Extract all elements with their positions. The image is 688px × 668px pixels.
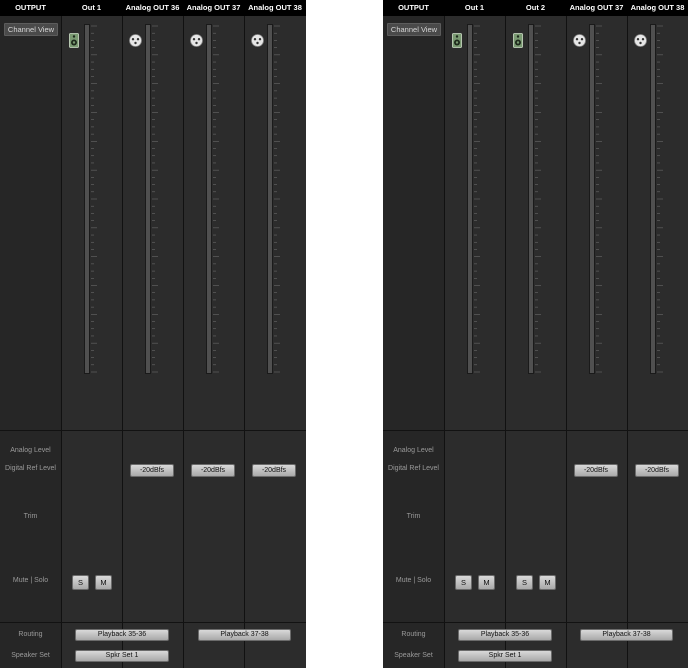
channel-header-analog-out-38: Analog OUT 38 <box>248 3 302 12</box>
level-meter <box>267 24 273 374</box>
routing-button-playback-37-38[interactable]: Playback 37-38 <box>198 629 291 641</box>
channel-view-button[interactable]: Channel View <box>387 23 441 36</box>
ref-level-button[interactable]: -20dBfs <box>191 464 235 477</box>
solo-button[interactable]: S <box>516 575 533 590</box>
ref-level-button[interactable]: -20dBfs <box>635 464 679 477</box>
meter-scale <box>596 25 602 373</box>
output-panel-right: OUTPUT Out 1 Out 2 Analog OUT 37 Analog … <box>383 0 688 668</box>
mute-solo-label: Mute | Solo <box>12 577 49 584</box>
channel-header-out-1: Out 1 <box>81 3 102 12</box>
routing-button-playback-35-36[interactable]: Playback 35-36 <box>75 629 169 641</box>
meter-scale <box>535 25 541 373</box>
meter-scale <box>657 25 663 373</box>
analog-level-label: Analog Level <box>393 447 434 454</box>
level-meter <box>589 24 595 374</box>
digital-ref-level-label: Digital Ref Level <box>388 465 439 472</box>
output-panel-left: OUTPUT Out 1 Analog OUT 36 Analog OUT 37… <box>0 0 306 668</box>
mute-solo-label: Mute | Solo <box>395 577 432 584</box>
level-meter <box>145 24 151 374</box>
channel-header-analog-out-37: Analog OUT 37 <box>186 3 241 12</box>
divider <box>0 430 306 431</box>
row-label-column <box>0 16 61 668</box>
routing-label: Routing <box>401 631 426 638</box>
speaker-icon <box>452 33 462 48</box>
trim-label: Trim <box>406 513 421 520</box>
ref-level-button[interactable]: -20dBfs <box>574 464 618 477</box>
xlr-icon <box>573 34 586 47</box>
speaker-icon <box>69 33 79 48</box>
channel-view-button[interactable]: Channel View <box>4 23 58 36</box>
mute-button[interactable]: M <box>478 575 495 590</box>
level-meter <box>528 24 534 374</box>
routing-button-playback-37-38[interactable]: Playback 37-38 <box>580 629 673 641</box>
analog-level-label: Analog Level <box>10 447 51 454</box>
solo-button[interactable]: S <box>72 575 89 590</box>
level-meter <box>206 24 212 374</box>
level-meter <box>467 24 473 374</box>
routing-label: Routing <box>18 631 43 638</box>
xlr-icon <box>129 34 142 47</box>
channel-header-analog-out-38: Analog OUT 38 <box>630 3 685 12</box>
ref-level-button[interactable]: -20dBfs <box>130 464 174 477</box>
ref-level-button[interactable]: -20dBfs <box>252 464 296 477</box>
level-meter <box>650 24 656 374</box>
xlr-icon <box>190 34 203 47</box>
meter-scale <box>152 25 158 373</box>
divider <box>0 622 306 623</box>
channel-header-analog-out-36: Analog OUT 36 <box>125 3 180 12</box>
speaker-set-label: Speaker Set <box>11 652 50 659</box>
solo-button[interactable]: S <box>455 575 472 590</box>
speaker-set-label: Speaker Set <box>394 652 433 659</box>
panel-header: OUTPUT Out 1 Out 2 Analog OUT 37 Analog … <box>383 0 688 16</box>
channel-header-out-2: Out 2 <box>525 3 546 12</box>
speaker-set-button[interactable]: Spkr Set 1 <box>458 650 552 662</box>
xlr-icon <box>634 34 647 47</box>
speaker-set-button[interactable]: Spkr Set 1 <box>75 650 169 662</box>
level-meter <box>84 24 90 374</box>
meter-scale <box>213 25 219 373</box>
routing-button-playback-35-36[interactable]: Playback 35-36 <box>458 629 552 641</box>
panel-header: OUTPUT Out 1 Analog OUT 36 Analog OUT 37… <box>0 0 306 16</box>
channel-header-out-1: Out 1 <box>464 3 485 12</box>
row-label-column <box>383 16 444 668</box>
trim-label: Trim <box>23 513 38 520</box>
meter-scale <box>274 25 280 373</box>
output-label: OUTPUT <box>15 3 46 12</box>
meter-scale <box>91 25 97 373</box>
divider <box>383 622 688 623</box>
speaker-icon <box>513 33 523 48</box>
digital-ref-level-label: Digital Ref Level <box>5 465 56 472</box>
output-label: OUTPUT <box>398 3 429 12</box>
mute-button[interactable]: M <box>539 575 556 590</box>
divider <box>383 430 688 431</box>
meter-scale <box>474 25 480 373</box>
mute-button[interactable]: M <box>95 575 112 590</box>
xlr-icon <box>251 34 264 47</box>
channel-header-analog-out-37: Analog OUT 37 <box>569 3 624 12</box>
